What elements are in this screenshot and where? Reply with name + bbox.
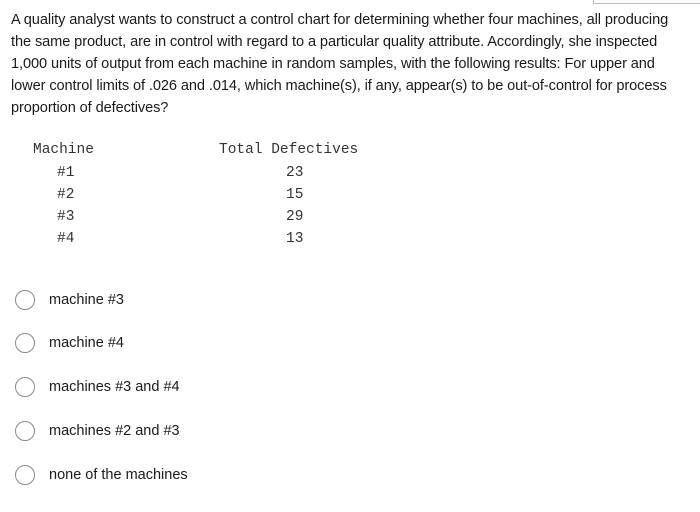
defectives-cell: 15 [286, 187, 304, 203]
machine-cell: #4 [57, 231, 75, 247]
defectives-cell: 23 [286, 165, 304, 181]
radio-button[interactable] [15, 333, 35, 353]
defectives-cell: 13 [286, 231, 304, 247]
option-machines-3-and-4[interactable]: machines #3 and #4 [15, 375, 180, 399]
radio-button[interactable] [15, 465, 35, 485]
machine-cell: #2 [57, 187, 75, 203]
option-machine-3[interactable]: machine #3 [15, 288, 124, 312]
machine-cell: #1 [57, 165, 75, 181]
radio-button[interactable] [15, 290, 35, 310]
option-machines-2-and-3[interactable]: machines #2 and #3 [15, 419, 180, 443]
machine-cell: #3 [57, 209, 75, 225]
radio-button[interactable] [15, 421, 35, 441]
question-text: A quality analyst wants to construct a c… [11, 12, 669, 116]
header-machine: Machine [33, 142, 94, 158]
option-label: none of the machines [49, 467, 188, 483]
defectives-cell: 29 [286, 209, 304, 225]
option-label: machines #2 and #3 [49, 423, 180, 439]
option-label: machines #3 and #4 [49, 379, 180, 395]
option-label: machine #4 [49, 335, 124, 351]
option-none[interactable]: none of the machines [15, 463, 188, 487]
option-machine-4[interactable]: machine #4 [15, 331, 124, 355]
header-total-defectives: Total Defectives [219, 142, 359, 158]
top-frame-edge [593, 0, 700, 4]
radio-button[interactable] [15, 377, 35, 397]
option-label: machine #3 [49, 292, 124, 308]
